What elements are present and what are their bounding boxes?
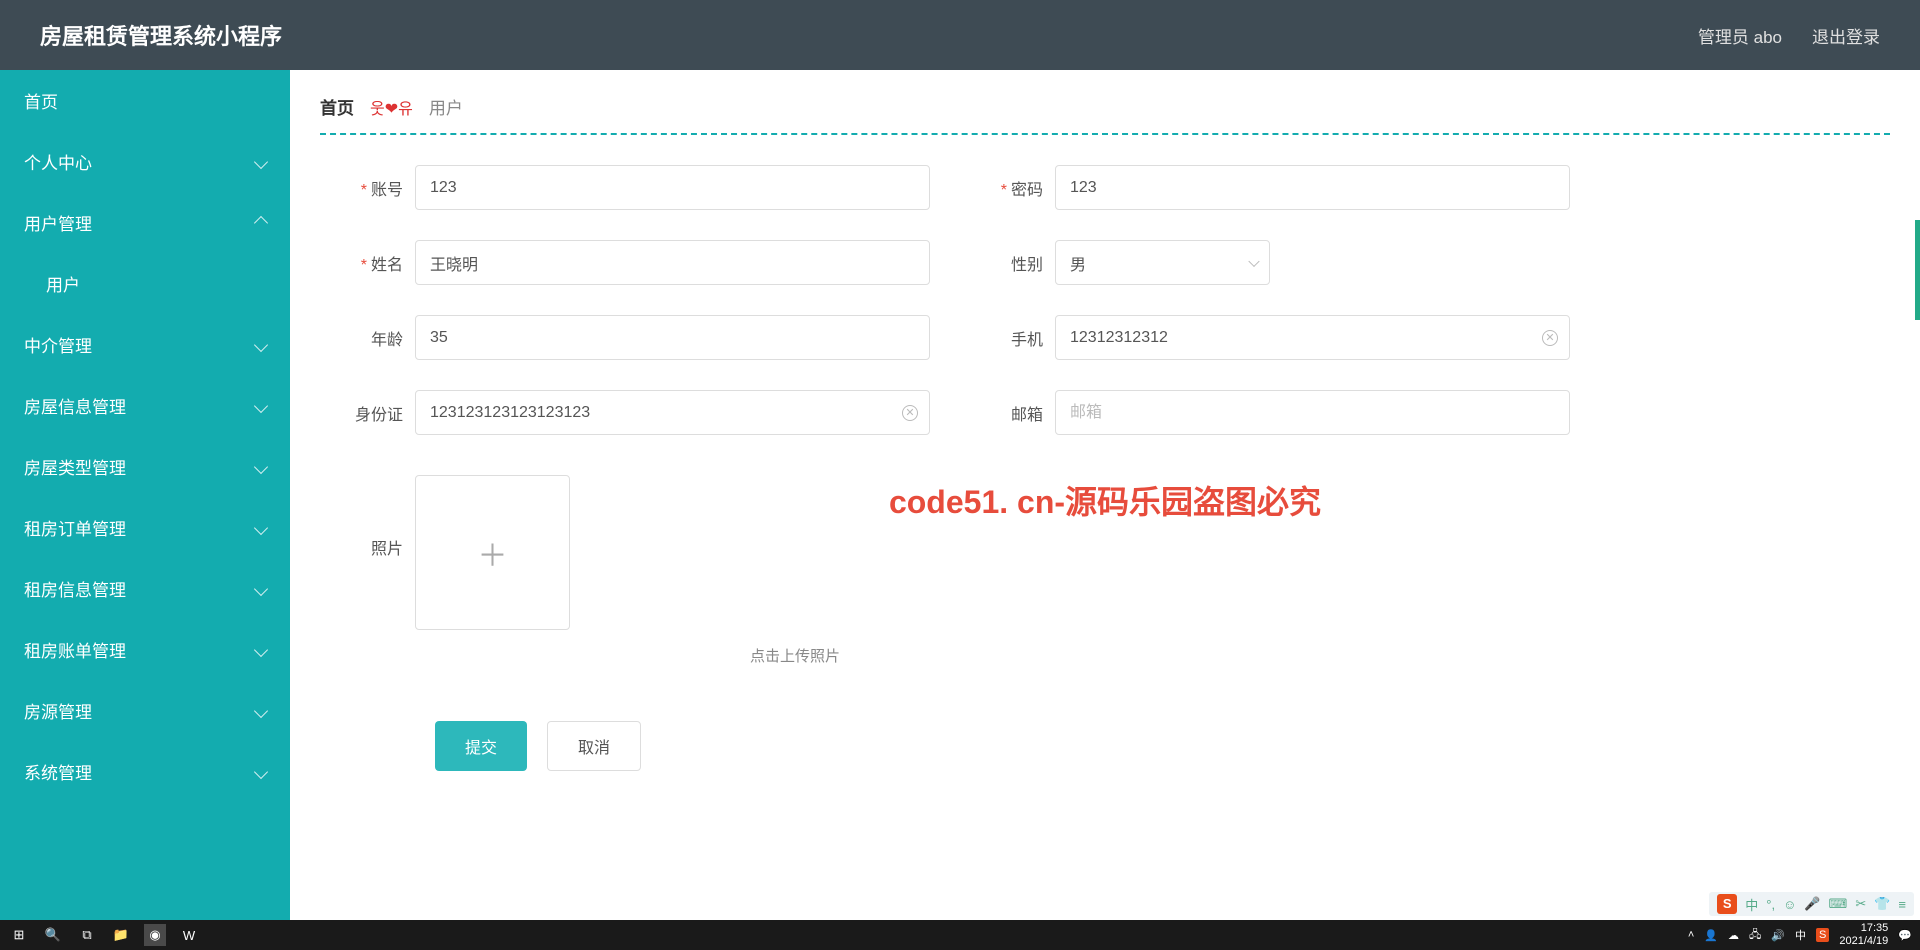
ime-keyboard-icon: ⌨ <box>1829 896 1848 912</box>
ime-punct-icon: °, <box>1766 897 1775 912</box>
notifications-icon[interactable]: 💬 <box>1898 929 1912 942</box>
gender-select[interactable] <box>1055 240 1270 285</box>
scrollbar[interactable] <box>1915 220 1920 320</box>
chevron-down-icon <box>254 337 268 351</box>
upload-hint: 点击上传照片 <box>340 645 1890 666</box>
age-input[interactable] <box>415 315 930 360</box>
search-icon[interactable]: 🔍 <box>42 924 64 946</box>
tray-lang[interactable]: 中 <box>1795 927 1806 943</box>
tray-volume-icon[interactable]: 🔊 <box>1771 929 1785 942</box>
ime-menu-icon: ≡ <box>1898 897 1906 912</box>
heart-people-icon: 웃❤유 <box>370 95 413 119</box>
tray-people-icon[interactable]: 👤 <box>1704 929 1718 942</box>
taskbar[interactable]: ⊞ 🔍 ⧉ 📁 ◉ W ˄ 👤 ☁ 🖧 🔊 中 S 17:35 2021/4/1… <box>0 920 1920 950</box>
sidebar-item-user-mgmt[interactable]: 用户管理 <box>0 192 290 253</box>
chevron-down-icon <box>254 642 268 656</box>
account-label: 账号 <box>340 176 415 200</box>
sidebar-item-house-type[interactable]: 房屋类型管理 <box>0 436 290 497</box>
photo-upload[interactable]: ＋ <box>415 475 570 630</box>
tray-onedrive-icon[interactable]: ☁ <box>1728 929 1739 942</box>
email-input[interactable] <box>1055 390 1570 435</box>
chevron-up-icon <box>254 215 268 229</box>
idcard-input[interactable] <box>415 390 930 435</box>
sidebar-item-users[interactable]: 用户 <box>0 253 290 314</box>
chevron-down-icon <box>254 398 268 412</box>
app-title: 房屋租赁管理系统小程序 <box>40 19 282 51</box>
chevron-down-icon <box>254 764 268 778</box>
breadcrumb: 首页 웃❤유 用户 <box>320 94 1890 135</box>
clear-icon[interactable]: ✕ <box>1542 330 1558 346</box>
tray-network-icon[interactable]: 🖧 <box>1749 926 1761 945</box>
chevron-down-icon <box>254 154 268 168</box>
start-icon[interactable]: ⊞ <box>8 924 30 946</box>
sidebar-item-house-info[interactable]: 房屋信息管理 <box>0 375 290 436</box>
breadcrumb-current: 用户 <box>429 94 463 119</box>
sogou-icon: S <box>1717 894 1737 914</box>
age-label: 年龄 <box>340 326 415 350</box>
sidebar-item-rent-order[interactable]: 租房订单管理 <box>0 497 290 558</box>
name-label: 姓名 <box>340 251 415 275</box>
current-user[interactable]: 管理员 abo <box>1698 23 1782 48</box>
submit-button[interactable]: 提交 <box>435 721 527 771</box>
email-label: 邮箱 <box>980 401 1055 425</box>
chrome-icon[interactable]: ◉ <box>144 924 166 946</box>
plus-icon: ＋ <box>478 531 508 575</box>
ime-emoji-icon: ☺ <box>1783 897 1796 912</box>
word-icon[interactable]: W <box>178 924 200 946</box>
breadcrumb-home[interactable]: 首页 <box>320 94 354 119</box>
chevron-down-icon <box>254 703 268 717</box>
sidebar-item-agent-mgmt[interactable]: 中介管理 <box>0 314 290 375</box>
sidebar-item-listing[interactable]: 房源管理 <box>0 680 290 741</box>
taskview-icon[interactable]: ⧉ <box>76 924 98 946</box>
sidebar-item-home[interactable]: 首页 <box>0 70 290 131</box>
chevron-down-icon <box>254 581 268 595</box>
ime-toolbar[interactable]: S 中 °, ☺ 🎤 ⌨ ✂ 👕 ≡ <box>1709 892 1914 916</box>
ime-mic-icon: 🎤 <box>1804 896 1820 912</box>
account-input[interactable] <box>415 165 930 210</box>
chevron-down-icon <box>254 459 268 473</box>
gender-label: 性别 <box>980 251 1055 275</box>
ime-lang: 中 <box>1745 895 1758 914</box>
name-input[interactable] <box>415 240 930 285</box>
ime-skin-icon: 👕 <box>1874 896 1890 912</box>
clear-icon[interactable]: ✕ <box>902 405 918 421</box>
phone-input[interactable] <box>1055 315 1570 360</box>
sidebar: 首页 个人中心 用户管理 用户 中介管理 房屋信息管理 房屋类型管理 租房订单管… <box>0 70 290 930</box>
photo-label: 照片 <box>340 475 415 559</box>
phone-label: 手机 <box>980 326 1055 350</box>
logout-link[interactable]: 退出登录 <box>1812 23 1880 48</box>
tray-sogou-icon[interactable]: S <box>1816 928 1829 942</box>
sidebar-item-rent-bill[interactable]: 租房账单管理 <box>0 619 290 680</box>
password-label: 密码 <box>980 176 1055 200</box>
taskbar-clock[interactable]: 17:35 2021/4/19 <box>1839 922 1888 948</box>
tray-up-icon[interactable]: ˄ <box>1688 929 1694 941</box>
idcard-label: 身份证 <box>340 401 415 425</box>
chevron-down-icon <box>254 520 268 534</box>
sidebar-item-profile[interactable]: 个人中心 <box>0 131 290 192</box>
sidebar-item-system[interactable]: 系统管理 <box>0 741 290 802</box>
ime-tools-icon: ✂ <box>1855 896 1866 912</box>
explorer-icon[interactable]: 📁 <box>110 924 132 946</box>
sidebar-item-rent-info[interactable]: 租房信息管理 <box>0 558 290 619</box>
cancel-button[interactable]: 取消 <box>547 721 641 771</box>
password-input[interactable] <box>1055 165 1570 210</box>
